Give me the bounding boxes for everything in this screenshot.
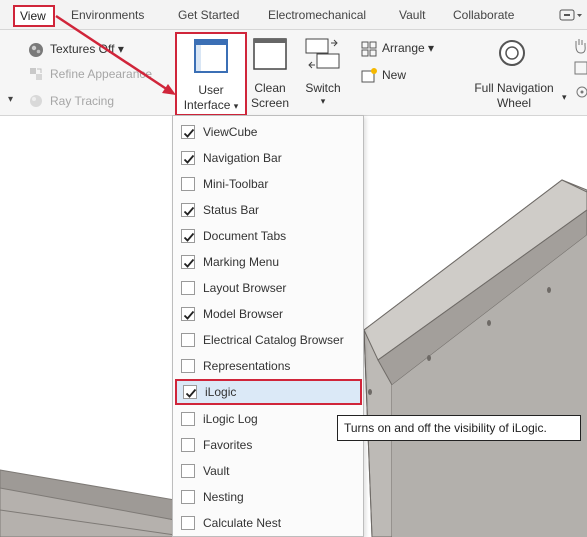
navigation-wheel-icon bbox=[497, 38, 527, 72]
user-interface-icon bbox=[194, 39, 228, 77]
full-navigation-label-2: Wheel bbox=[496, 96, 531, 110]
full-navigation-label-1: Full Navigation bbox=[474, 81, 554, 95]
checkbox[interactable] bbox=[181, 307, 195, 321]
ray-tracing-button[interactable]: Ray Tracing bbox=[50, 94, 114, 108]
zoom-window-icon[interactable] bbox=[574, 60, 587, 76]
arrange-button[interactable]: Arrange ▾ bbox=[382, 41, 434, 55]
menu-item-ilogic-log[interactable]: iLogic Log bbox=[173, 406, 363, 432]
pan-hand-icon[interactable] bbox=[573, 38, 587, 54]
more-tabs-icon[interactable] bbox=[559, 9, 583, 21]
menu-item-layout-browser[interactable]: Layout Browser bbox=[173, 275, 363, 301]
checkbox[interactable] bbox=[181, 177, 195, 191]
menu-item-nesting[interactable]: Nesting bbox=[173, 484, 363, 510]
user-interface-label-1: User bbox=[198, 83, 224, 97]
clean-screen-icon bbox=[253, 38, 287, 74]
tab-environments[interactable]: Environments bbox=[71, 8, 144, 26]
clean-screen-label-1: Clean bbox=[254, 81, 286, 95]
menu-item-vault[interactable]: Vault bbox=[173, 458, 363, 484]
tab-view[interactable]: View bbox=[13, 5, 55, 27]
menu-item-electrical-catalog-browser[interactable]: Electrical Catalog Browser bbox=[173, 327, 363, 353]
checkbox[interactable] bbox=[181, 333, 195, 347]
menu-item-status-bar[interactable]: Status Bar bbox=[173, 197, 363, 223]
menu-item-document-tabs[interactable]: Document Tabs bbox=[173, 223, 363, 249]
ray-tracing-icon bbox=[28, 93, 44, 109]
tab-get-started[interactable]: Get Started bbox=[178, 8, 239, 26]
checkbox[interactable] bbox=[181, 255, 195, 269]
textures-icon bbox=[28, 42, 44, 58]
nav-wheel-dropdown-icon[interactable]: ▾ bbox=[562, 92, 567, 103]
checkbox[interactable] bbox=[181, 151, 195, 165]
menu-item-viewcube[interactable]: ViewCube bbox=[173, 119, 363, 145]
checkbox[interactable] bbox=[183, 385, 197, 399]
menu-item-marking-menu[interactable]: Marking Menu bbox=[173, 249, 363, 275]
menu-item-calculate-nest[interactable]: Calculate Nest bbox=[173, 510, 363, 536]
menu-item-navigation-bar[interactable]: Navigation Bar bbox=[173, 145, 363, 171]
menu-item-representations[interactable]: Representations bbox=[173, 353, 363, 379]
switch-button[interactable]: Switch ▾ bbox=[300, 34, 346, 116]
switch-label: Switch bbox=[305, 81, 341, 95]
checkbox[interactable] bbox=[181, 464, 195, 478]
checkbox[interactable] bbox=[181, 203, 195, 217]
user-interface-menu: ViewCube Navigation Bar Mini-Toolbar Sta… bbox=[172, 115, 364, 537]
checkbox[interactable] bbox=[181, 281, 195, 295]
menu-item-model-browser[interactable]: Model Browser bbox=[173, 301, 363, 327]
ilogic-tooltip: Turns on and off the visibility of iLogi… bbox=[337, 415, 581, 441]
ribbon-tab-bar: View Environments Get Started Electromec… bbox=[0, 0, 587, 30]
dropdown-arrow-icon[interactable]: ▾ bbox=[8, 94, 13, 105]
menu-item-mini-toolbar[interactable]: Mini-Toolbar bbox=[173, 171, 363, 197]
clean-screen-label-2: Screen bbox=[250, 96, 290, 110]
tab-collaborate[interactable]: Collaborate bbox=[453, 8, 514, 26]
checkbox[interactable] bbox=[181, 412, 195, 426]
checkbox[interactable] bbox=[181, 438, 195, 452]
ribbon-panel: Textures Off ▾ Refine Appearance ▾ Ray T… bbox=[0, 30, 587, 116]
checkbox[interactable] bbox=[181, 359, 195, 373]
refine-appearance-icon bbox=[28, 66, 44, 82]
menu-item-favorites[interactable]: Favorites bbox=[173, 432, 363, 458]
tab-vault[interactable]: Vault bbox=[399, 8, 425, 26]
checkbox[interactable] bbox=[181, 125, 195, 139]
textures-off-button[interactable]: Textures Off ▾ bbox=[50, 42, 124, 56]
new-window-button[interactable]: New bbox=[382, 68, 406, 82]
checkbox[interactable] bbox=[181, 490, 195, 504]
menu-item-ilogic[interactable]: iLogic bbox=[175, 379, 362, 405]
checkbox[interactable] bbox=[181, 516, 195, 530]
refine-appearance-button[interactable]: Refine Appearance bbox=[50, 67, 152, 81]
switch-dropdown-icon: ▾ bbox=[320, 96, 326, 106]
full-navigation-wheel-button[interactable]: Full Navigation Wheel bbox=[465, 34, 563, 116]
clean-screen-button[interactable]: Clean Screen bbox=[247, 34, 293, 116]
switch-windows-icon bbox=[305, 38, 341, 74]
arrange-icon bbox=[361, 41, 377, 57]
user-interface-label-2: Interface ▾ bbox=[183, 98, 239, 112]
checkbox[interactable] bbox=[181, 229, 195, 243]
tab-electromechanical[interactable]: Electromechanical bbox=[268, 8, 366, 26]
user-interface-button[interactable]: User Interface ▾ bbox=[175, 32, 247, 116]
orbit-icon[interactable] bbox=[574, 84, 587, 100]
new-window-icon bbox=[361, 67, 377, 83]
